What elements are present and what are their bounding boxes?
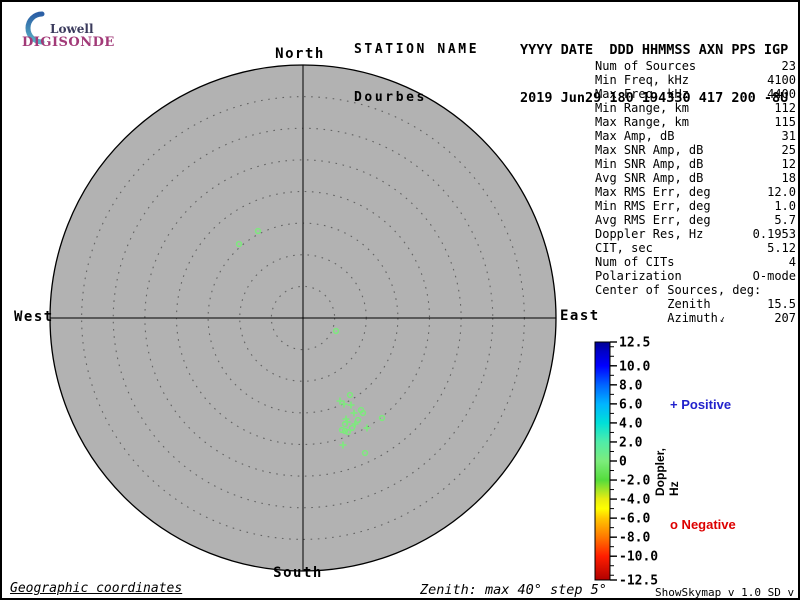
showskymap-window: 12.5 10.0 8.0 6.0 4.0 2.0 0 -2.0 -4.0 -6.0 -8.0 -10… (0, 0, 800, 600)
stat-label: Max Range, km (595, 115, 689, 129)
colorbar-tick-label: -12.5 (619, 574, 658, 589)
stat-label: Zenith (595, 297, 711, 311)
stat-row: Max RMS Err, deg 12.0 (595, 185, 796, 199)
lowell-digisonde-logo: Lowell DIGISONDE (16, 8, 166, 50)
stat-value: 115 (774, 115, 796, 129)
zenith-range-label: Zenith: max 40° step 5° (420, 582, 607, 598)
timestamp-fields-label: YYYY DATE DDD HHMMSS AXN PPS IGP (520, 42, 789, 58)
stat-label: Num of Sources (595, 59, 697, 73)
stat-row: Center of Sources, deg: (595, 283, 796, 297)
colorbar-tick-label: -8.0 (619, 531, 650, 546)
logo-lowell-text: Lowell (50, 22, 94, 36)
stat-label: Num of CITs (595, 255, 675, 269)
stat-label: Min Range, km (595, 101, 689, 115)
stat-value: 4 (788, 255, 796, 269)
colorbar-tick-label: 2.0 (619, 435, 643, 450)
stat-row: Max Amp, dB 31 (595, 129, 796, 143)
stat-value: 31 (781, 129, 796, 143)
stat-value: 18 (781, 171, 796, 185)
stat-value: 0.1953 (752, 227, 796, 241)
stat-value: 5.7 (774, 213, 796, 227)
stat-row: Num of CITs 4 (595, 255, 796, 269)
colorbar-axis-label: Doppler, Hz (653, 447, 681, 496)
stat-label: Center of Sources, deg: (595, 283, 762, 297)
colorbar-tick-label: -10.0 (619, 550, 658, 565)
stat-row: Zenith 15.5 (595, 297, 796, 311)
stat-value: 5.12 (767, 241, 796, 255)
stat-row: Min SNR Amp, dB 12 (595, 157, 796, 171)
stat-label: Polarization (595, 269, 682, 283)
colorbar-tick-label: 6.0 (619, 397, 643, 412)
stat-label: Min Freq, kHz (595, 73, 689, 87)
stat-value: 1.0 (774, 199, 796, 213)
stat-label: Max SNR Amp, dB (595, 143, 704, 157)
stat-row: Polarization O-mode (595, 269, 796, 283)
stat-label: Azimuth (595, 311, 718, 325)
stat-value: 15.5 (767, 297, 796, 311)
stat-row: Max SNR Amp, dB 25 (595, 143, 796, 157)
colorbar-tick-label: 8.0 (619, 378, 643, 393)
stat-label: Avg SNR Amp, dB (595, 171, 704, 185)
compass-north-label: North (275, 46, 325, 62)
stat-value: 12 (781, 157, 796, 171)
stat-row: CIT, sec 5.12 (595, 241, 796, 255)
stat-row: Num of Sources 23 (595, 59, 796, 73)
stat-label: Doppler Res, Hz (595, 227, 704, 241)
version-label: ShowSkymap v 1.0 SD v 5.1 (655, 586, 795, 599)
stat-label: Max RMS Err, deg (595, 185, 711, 199)
stat-value: O-mode (752, 269, 796, 283)
legend-positive: + Positive (670, 397, 732, 412)
compass-east-label: East (560, 308, 600, 324)
colorbar-tick-label: -6.0 (619, 512, 650, 527)
legend-negative: o Negative (670, 517, 736, 532)
stat-value: 25 (781, 143, 796, 157)
colorbar-tick-label: -4.0 (619, 493, 650, 508)
colorbar-tick-label: -2.0 (619, 474, 650, 489)
stat-row: Max Range, km 115 (595, 115, 796, 129)
stat-row: Min Range, km 112 (595, 101, 796, 115)
stat-row: Min RMS Err, deg 1.0 (595, 199, 796, 213)
stat-label: Max Freq, kHz (595, 87, 689, 101)
stat-row: Avg RMS Err, deg 5.7 (595, 213, 796, 227)
stat-label: Avg RMS Err, deg (595, 213, 711, 227)
stat-value: 112 (774, 101, 796, 115)
stat-value: 23 (781, 59, 796, 73)
stat-row: Doppler Res, Hz 0.1953 (595, 227, 796, 241)
stat-row: Max Freq, kHz 4400 (595, 87, 796, 101)
stat-row: Azimuth ↑ 207 (595, 311, 796, 326)
stat-label: Min RMS Err, deg (595, 199, 711, 213)
stat-label: Max Amp, dB (595, 129, 675, 143)
logo-digisonde-text: DIGISONDE (22, 35, 115, 50)
station-name-value: Dourbes (354, 90, 427, 105)
colorbar-tick-label: 12.5 (619, 336, 650, 351)
compass-south-label: South (273, 565, 323, 581)
colorbar-tick-label: 10.0 (619, 359, 650, 374)
stat-label: Min SNR Amp, dB (595, 157, 704, 171)
stat-row: Min Freq, kHz 4100 (595, 73, 796, 87)
coordinates-mode-label: Geographic coordinates (10, 581, 183, 596)
doppler-colorbar (594, 341, 611, 581)
station-name-label: STATION NAME (354, 42, 480, 57)
stat-value: 4100 (767, 73, 796, 87)
compass-west-label: West (14, 309, 54, 325)
colorbar-tick-label: 0 (619, 455, 627, 470)
stat-value: 207 (774, 311, 796, 325)
statistics-panel: Num of Sources 23 Min Freq, kHz 4100 Max Fre… (595, 59, 796, 326)
azimuth-arrow-icon: ↑ (717, 313, 728, 326)
stat-value: 12.0 (767, 185, 796, 199)
station-header: STATION NAME Dourbes (354, 10, 479, 138)
stat-row: Avg SNR Amp, dB 18 (595, 171, 796, 185)
stat-value: 4400 (767, 87, 796, 101)
stat-label: CIT, sec (595, 241, 653, 255)
colorbar-tick-label: 4.0 (619, 416, 643, 431)
